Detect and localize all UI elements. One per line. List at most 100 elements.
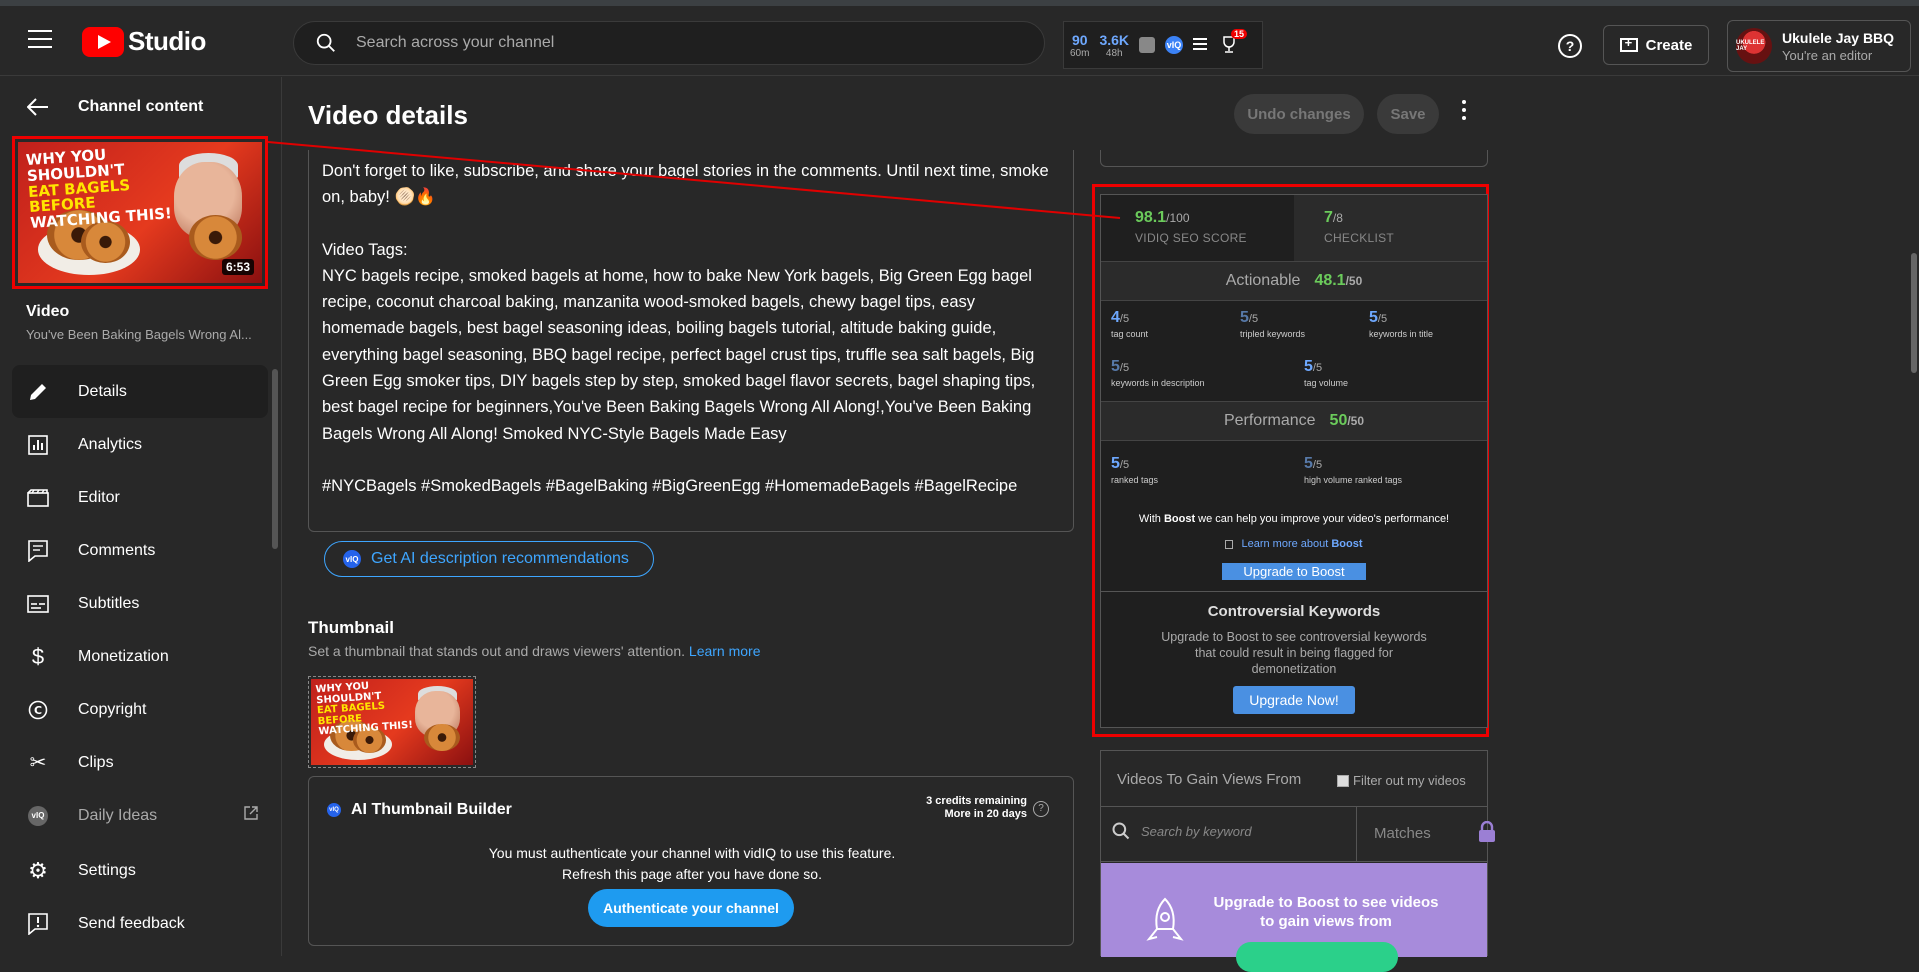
metric-tag-volume: 5/5 tag volume — [1304, 358, 1434, 388]
help-circle-icon[interactable]: ? — [1033, 801, 1049, 817]
sidebar-item-editor[interactable]: Editor — [12, 471, 268, 524]
vidiq-logo-icon: vIQ — [343, 550, 361, 568]
hamburger-menu-icon[interactable] — [28, 30, 52, 48]
stat-views-48h[interactable]: 3.6K 48h — [1099, 32, 1129, 59]
account-switcher[interactable]: UKULELE JAY Ukulele Jay BBQ You're an ed… — [1727, 20, 1911, 72]
main-scrollbar[interactable] — [1908, 77, 1919, 956]
learn-more-boost-link[interactable]: Learn more about Boost — [1101, 538, 1487, 550]
scrollbar-thumb[interactable] — [1911, 253, 1917, 373]
tags-text: NYC bagels recipe, smoked bagels at home… — [322, 266, 1036, 443]
performance-max: /50 — [1347, 414, 1365, 428]
checklist-tab[interactable]: 7/8 CHECKLIST — [1294, 195, 1487, 261]
top-header: Studio 9060m 3.6K48h vIQ 15 ? Create UKU… — [0, 6, 1919, 76]
notification-badge: 15 — [1231, 29, 1248, 39]
seo-score-tab[interactable]: 98.1/100 VIDIQ SEO SCORE — [1101, 195, 1294, 261]
sidebar-item-analytics[interactable]: Analytics — [12, 418, 268, 471]
sidebar-item-label: Analytics — [78, 435, 143, 453]
performance-label: Performance — [1223, 412, 1316, 429]
sidebar-item-details[interactable]: Details — [12, 365, 268, 418]
lock-icon — [1478, 820, 1496, 843]
thumbnail-section-subtitle: Set a thumbnail that stands out and draw… — [308, 643, 761, 659]
upgrade-now-button[interactable]: Upgrade Now! — [1233, 686, 1355, 714]
studio-logo[interactable]: Studio — [82, 26, 206, 57]
performance-number: 50 — [1329, 412, 1348, 429]
matches-label[interactable]: Matches — [1374, 825, 1431, 842]
avatar-logo-text: UKULELE JAY — [1736, 40, 1765, 52]
stat-views-60m[interactable]: 90 60m — [1070, 32, 1089, 59]
bar-chart-icon[interactable] — [1139, 37, 1156, 53]
list-menu-icon[interactable] — [1193, 37, 1208, 53]
description-textarea[interactable]: Don't forget to like, subscribe, and sha… — [308, 150, 1074, 532]
thumbnail-section-title: Thumbnail — [308, 618, 394, 637]
current-thumbnail[interactable]: WHY YOU SHOULDN'T EAT BAGELS BEFORE WATC… — [308, 676, 476, 768]
auth-message: You must authenticate your channel with … — [309, 843, 1075, 885]
ai-description-button[interactable]: vIQ Get AI description recommendations — [324, 541, 654, 577]
back-arrow-icon[interactable] — [26, 95, 50, 119]
sidebar-item-settings[interactable]: ⚙ Settings — [12, 844, 268, 897]
sidebar-item-send-feedback[interactable]: Send feedback — [12, 897, 268, 950]
studio-logo-text: Studio — [128, 26, 206, 56]
stat-value: 3.6K — [1099, 31, 1130, 48]
learn-more-link[interactable]: Learn more — [689, 643, 761, 659]
create-button[interactable]: Create — [1603, 25, 1709, 65]
sidebar-item-comments[interactable]: Comments — [12, 524, 268, 577]
score-max: /100 — [1166, 211, 1190, 225]
filter-label: Filter out my videos — [1353, 773, 1466, 788]
metric-label: ranked tags — [1111, 475, 1159, 485]
credits-info: 3 credits remaining More in 20 days — [926, 795, 1027, 821]
ai-thumbnail-builder: vIQ AI Thumbnail Builder 3 credits remai… — [308, 776, 1074, 946]
metric-label: keywords in description — [1111, 378, 1205, 388]
filter-my-videos-checkbox[interactable]: Filter out my videos — [1337, 773, 1466, 788]
keyword-search[interactable] — [1111, 821, 1351, 841]
keyword-search-input[interactable] — [1141, 823, 1321, 839]
checklist-label: CHECKLIST — [1324, 231, 1395, 245]
performance-value: 50/50 — [1330, 412, 1364, 430]
ai-thumbnail-header: vIQ AI Thumbnail Builder — [327, 801, 512, 819]
authenticate-channel-button[interactable]: Authenticate your channel — [588, 889, 794, 927]
sidebar-item-daily-ideas[interactable]: vIQ Daily Ideas — [12, 789, 268, 842]
credits-remaining: 3 credits remaining — [926, 795, 1027, 807]
save-button[interactable]: Save — [1377, 94, 1439, 134]
metric-value: 5 — [1240, 309, 1249, 326]
sidebar-video-thumbnail[interactable]: WHY YOU SHOULDN'T EAT BAGELS BEFORE WATC… — [12, 136, 268, 289]
sidebar-item-copyright[interactable]: C Copyright — [12, 683, 268, 736]
back-to-channel-content[interactable]: Channel content — [26, 95, 203, 119]
trophy-icon[interactable]: 15 — [1221, 29, 1248, 55]
scissors-icon: ✂ — [29, 752, 47, 774]
rocket-icon — [1143, 897, 1187, 962]
sidebar-scrollbar[interactable] — [272, 369, 278, 549]
sidebar-item-subtitles[interactable]: Subtitles — [12, 577, 268, 630]
boost-word: Boost — [1331, 538, 1363, 550]
vidiq-seo-panel: 98.1/100 VIDIQ SEO SCORE 7/8 CHECKLIST A… — [1100, 194, 1488, 728]
help-icon[interactable]: ? — [1558, 34, 1582, 58]
metric-max: /5 — [1119, 313, 1130, 325]
checkbox-icon[interactable] — [1337, 774, 1349, 787]
search-bar[interactable] — [293, 21, 1045, 65]
external-link-icon — [244, 806, 258, 825]
boost-pitch: With Boost we can help you improve your … — [1101, 513, 1487, 525]
vidiq-logo-icon[interactable]: vIQ — [1165, 36, 1184, 54]
search-input[interactable] — [356, 34, 1006, 52]
performance-bar: Performance 50/50 — [1101, 401, 1487, 441]
avatar: UKULELE JAY — [1736, 28, 1772, 64]
sidebar: Channel content WHY YOU SHOULDN'T EAT BA… — [0, 77, 282, 956]
sidebar-item-clips[interactable]: ✂ Clips — [12, 736, 268, 789]
copyright-icon: C — [26, 698, 50, 722]
sidebar-item-label: Comments — [78, 541, 156, 559]
gain-views-title: Videos To Gain Views From — [1117, 771, 1302, 788]
sidebar-item-monetization[interactable]: $ Monetization — [12, 630, 268, 683]
search-icon[interactable] — [314, 31, 338, 55]
sidebar-item-label: Copyright — [78, 700, 147, 718]
upgrade-to-boost-button[interactable]: Upgrade to Boost — [1222, 563, 1366, 580]
ai-description-label: Get AI description recommendations — [371, 550, 629, 567]
boost-promo-button[interactable] — [1236, 942, 1398, 972]
more-options-icon[interactable] — [1460, 100, 1468, 126]
search-icon — [1112, 822, 1130, 840]
learn-more-text: Learn more about — [1241, 538, 1332, 550]
undo-changes-button[interactable]: Undo changes — [1234, 94, 1364, 134]
stat-label: 60m — [1070, 47, 1090, 59]
divider — [1356, 807, 1357, 861]
metric-tripled-keywords: 5/5 tripled keywords — [1240, 309, 1370, 339]
comments-icon — [26, 539, 50, 563]
channel-content-label: Channel content — [78, 98, 204, 115]
